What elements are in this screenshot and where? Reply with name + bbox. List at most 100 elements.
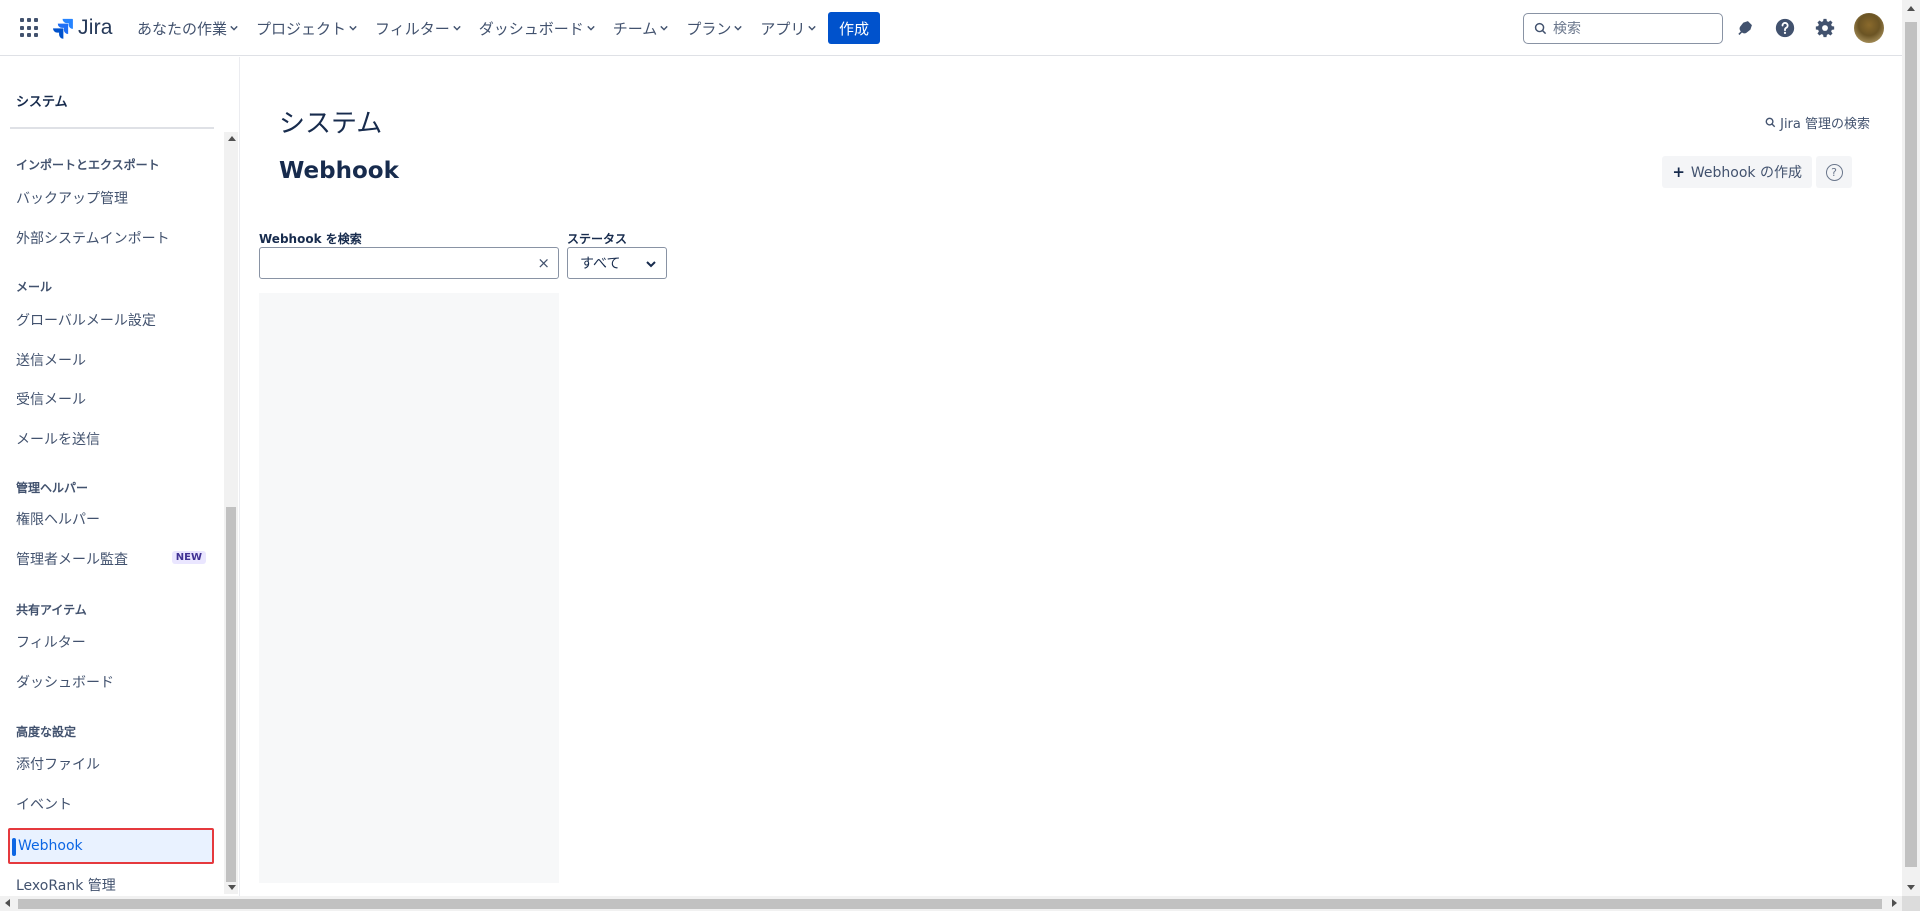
status-select[interactable]: すべて <box>567 247 667 279</box>
sidebar-item-label: 外部システムインポート <box>16 231 170 247</box>
settings-gear-icon <box>1815 18 1835 38</box>
scroll-down-arrow-icon[interactable] <box>228 885 236 890</box>
chevron-down-icon <box>453 25 461 31</box>
sidebar-scrollbar[interactable] <box>224 132 238 894</box>
settings-button[interactable] <box>1813 16 1837 40</box>
notification-bell-icon <box>1738 21 1752 35</box>
sidebar-item-label: 権限ヘルパー <box>16 512 100 528</box>
sidebar-section-advanced: 高度な設定 <box>16 725 77 739</box>
sidebar-item-outgoing-mail[interactable]: 送信メール <box>8 342 214 378</box>
sidebar-item-label: グローバルメール設定 <box>16 313 156 329</box>
webhook-search-field[interactable]: × <box>259 247 559 279</box>
help-circle-icon: ? <box>1825 163 1843 181</box>
scroll-down-arrow-icon[interactable] <box>1907 885 1915 890</box>
user-avatar[interactable] <box>1854 13 1884 43</box>
nav-item-label: ダッシュボード <box>478 19 584 38</box>
nav-item-label: プラン <box>686 19 732 38</box>
nav-apps[interactable]: アプリ <box>755 12 821 44</box>
vertical-scroll-thumb[interactable] <box>1905 22 1917 867</box>
chevron-down-icon <box>660 25 669 31</box>
chevron-down-icon <box>587 25 595 31</box>
sidebar-section-import-export: インポートとエクスポート <box>16 158 160 172</box>
help-icon <box>1775 18 1795 38</box>
sidebar-item-label: フィルター <box>16 635 86 651</box>
sidebar-section-admin-helper: 管理ヘルパー <box>16 481 89 495</box>
create-webhook-button[interactable]: + Webhook の作成 <box>1662 156 1812 188</box>
nav-item-label: プロジェクト <box>256 19 347 38</box>
nav-item-label: アプリ <box>760 19 806 38</box>
chevron-down-icon <box>349 25 357 31</box>
sidebar-title: システム <box>16 95 68 110</box>
nav-teams[interactable]: チーム <box>608 12 674 44</box>
nav-dashboards[interactable]: ダッシュボード <box>474 12 600 44</box>
chevron-down-icon <box>734 25 743 31</box>
primary-nav: あなたの作業 プロジェクト フィルター ダッシュボード チーム プラン アプリ <box>132 0 829 56</box>
plus-icon: + <box>1672 163 1685 181</box>
sidebar-item-global-mail-settings[interactable]: グローバルメール設定 <box>8 302 214 338</box>
sidebar-item-label: ダッシュボード <box>16 675 114 691</box>
scroll-up-arrow-icon[interactable] <box>228 136 236 141</box>
sidebar-item-webhook[interactable]: Webhook <box>8 828 214 864</box>
sidebar-item-label: 受信メール <box>16 392 86 408</box>
search-input[interactable] <box>1553 20 1713 37</box>
main-content: システム Jira 管理の検索 Webhook + Webhook の作成 ? … <box>241 57 1902 896</box>
scroll-left-arrow-icon[interactable] <box>5 899 10 907</box>
status-selected-value: すべて <box>580 256 621 272</box>
nav-projects[interactable]: プロジェクト <box>251 12 362 44</box>
sidebar-item-admin-email-audit[interactable]: 管理者メール監査 NEW <box>8 541 214 577</box>
jira-logo[interactable]: Jira <box>52 14 113 42</box>
window-vertical-scrollbar[interactable] <box>1902 0 1920 896</box>
sidebar-item-incoming-mail[interactable]: 受信メール <box>8 381 214 417</box>
jira-logo-icon <box>53 18 73 39</box>
sidebar-item-external-import[interactable]: 外部システムインポート <box>8 220 214 256</box>
sidebar-item-label: LexoRank 管理 <box>16 878 116 894</box>
scrollbar-corner <box>1902 896 1920 911</box>
nav-your-work[interactable]: あなたの作業 <box>132 12 243 44</box>
search-icon <box>1534 22 1547 35</box>
sidebar-item-label: Webhook <box>18 838 83 854</box>
webhook-search-input[interactable] <box>266 248 526 276</box>
jira-admin-search-link[interactable]: Jira 管理の検索 <box>1765 113 1870 132</box>
search-icon <box>1765 117 1776 128</box>
chevron-down-icon <box>230 25 238 31</box>
sidebar-item-backup-manager[interactable]: バックアップ管理 <box>8 180 214 216</box>
section-title: Webhook <box>279 158 399 184</box>
new-badge: NEW <box>171 551 206 564</box>
webhook-search-label: Webhook を検索 <box>259 232 362 246</box>
sidebar-item-events[interactable]: イベント <box>8 786 214 822</box>
logo-text: Jira <box>78 16 113 39</box>
window-horizontal-scrollbar[interactable] <box>0 896 1902 911</box>
create-webhook-label: Webhook の作成 <box>1690 165 1802 181</box>
sidebar-section-mail: メール <box>16 280 53 294</box>
sidebar-item-lexorank[interactable]: LexoRank 管理 <box>8 867 214 896</box>
webhook-help-button[interactable]: ? <box>1816 156 1852 188</box>
create-button[interactable]: 作成 <box>828 12 880 44</box>
top-navigation: Jira あなたの作業 プロジェクト フィルター ダッシュボード チーム プラン… <box>0 0 1902 56</box>
sidebar-item-dashboards[interactable]: ダッシュボード <box>8 664 214 700</box>
scroll-right-arrow-icon[interactable] <box>1892 899 1897 907</box>
sidebar-item-permission-helper[interactable]: 権限ヘルパー <box>8 501 214 537</box>
help-button[interactable] <box>1773 16 1797 40</box>
chevron-down-icon <box>808 25 817 31</box>
sidebar-item-attachments[interactable]: 添付ファイル <box>8 746 214 782</box>
horizontal-scroll-thumb[interactable] <box>18 899 1882 909</box>
nav-filters[interactable]: フィルター <box>370 12 466 44</box>
sidebar-item-label: 送信メール <box>16 353 86 369</box>
sidebar-section-shared-items: 共有アイテム <box>16 603 87 617</box>
nav-item-label: フィルター <box>375 19 450 38</box>
admin-search-label: Jira 管理の検索 <box>1780 117 1870 132</box>
sidebar-item-label: 添付ファイル <box>16 757 100 773</box>
sidebar-divider <box>10 127 214 129</box>
nav-plans[interactable]: プラン <box>681 12 747 44</box>
clear-icon[interactable]: × <box>537 254 550 272</box>
sidebar-item-label: メールを送信 <box>16 432 100 448</box>
sidebar-item-filters[interactable]: フィルター <box>8 624 214 660</box>
sidebar-scroll-thumb[interactable] <box>226 507 236 882</box>
notifications-button[interactable] <box>1733 16 1757 40</box>
status-filter-label: ステータス <box>567 232 628 246</box>
sidebar-item-label: 管理者メール監査 <box>16 552 128 568</box>
scroll-up-arrow-icon[interactable] <box>1907 6 1915 11</box>
app-switcher-icon[interactable] <box>20 18 40 38</box>
global-search[interactable] <box>1523 13 1723 44</box>
sidebar-item-send-email[interactable]: メールを送信 <box>8 421 214 457</box>
